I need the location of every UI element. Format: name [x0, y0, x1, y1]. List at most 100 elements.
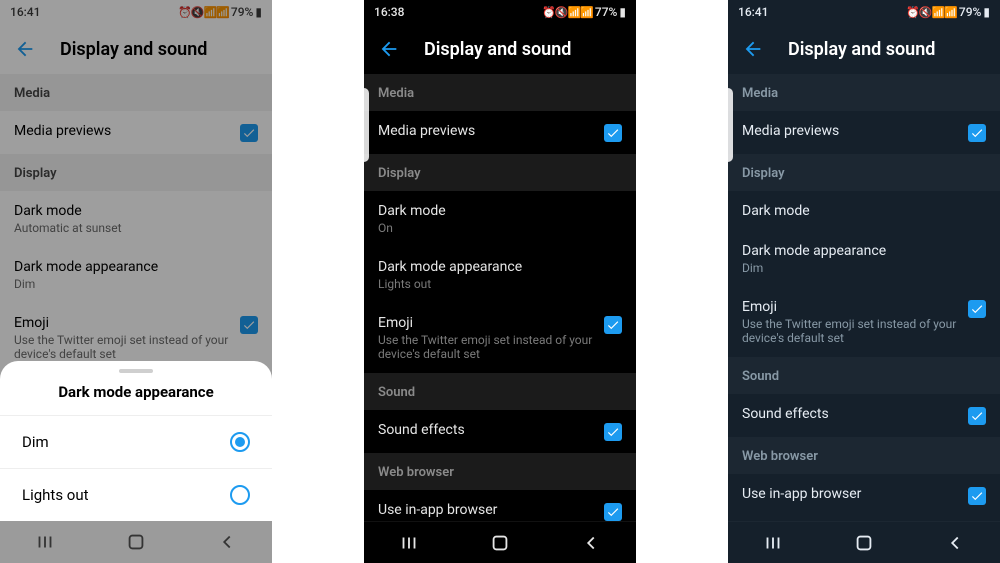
status-time: 16:38 [374, 5, 404, 19]
row-dark-mode-appearance[interactable]: Dark mode appearance Lights out [364, 247, 636, 303]
row-label: Emoji [14, 315, 230, 331]
row-in-app-browser[interactable]: Use in-app browser [364, 490, 636, 521]
checkbox-checked-icon[interactable] [604, 316, 622, 334]
row-media-previews[interactable]: Media previews [0, 111, 272, 154]
row-emoji[interactable]: Emoji Use the Twitter emoji set instead … [364, 303, 636, 373]
nav-recents-icon[interactable] [398, 532, 420, 554]
nav-back-icon[interactable] [216, 531, 238, 553]
status-right: ⏰🔇📶📶 79% ▮ [906, 5, 990, 19]
phone-lights-out: 16:38 ⏰🔇📶📶 77% ▮ Display and sound Media… [364, 0, 636, 563]
nav-recents-icon[interactable] [34, 531, 56, 553]
row-label: Media previews [14, 123, 230, 139]
status-battery: 79% [959, 5, 981, 19]
checkbox-checked-icon[interactable] [968, 124, 986, 142]
row-label: Use in-app browser [742, 486, 958, 502]
app-bar: Display and sound [0, 24, 272, 74]
back-icon[interactable] [14, 38, 36, 60]
row-sub: Use the Twitter emoji set instead of you… [742, 317, 958, 345]
nav-home-icon[interactable] [489, 532, 511, 554]
status-icons: ⏰🔇📶📶 [178, 6, 229, 19]
battery-icon: ▮ [619, 5, 626, 19]
radio-checked-icon[interactable] [230, 432, 250, 452]
row-dark-mode[interactable]: Dark mode Automatic at sunset [0, 191, 272, 247]
row-label: Dark mode appearance [378, 259, 622, 275]
back-icon[interactable] [378, 38, 400, 60]
row-dark-mode[interactable]: Dark mode [728, 191, 1000, 231]
status-right: ⏰🔇📶📶 79% ▮ [178, 5, 262, 19]
sheet-title: Dark mode appearance [0, 383, 272, 415]
section-media: Media [728, 74, 1000, 111]
row-sub: Use the Twitter emoji set instead of you… [378, 333, 594, 361]
phone-light-dimmed: 16:41 ⏰🔇📶📶 79% ▮ Display and sound Media… [0, 0, 272, 563]
row-label: Dark mode [14, 203, 258, 219]
nav-recents-icon[interactable] [762, 532, 784, 554]
section-display: Display [728, 154, 1000, 191]
settings-list: Media Media previews Display Dark mode O… [364, 74, 636, 521]
bottom-sheet: Dark mode appearance Dim Lights out [0, 361, 272, 521]
row-label: Emoji [378, 315, 594, 331]
edge-indicator [364, 88, 369, 162]
phone-dim: 16:41 ⏰🔇📶📶 79% ▮ Display and sound Media… [728, 0, 1000, 563]
checkbox-checked-icon[interactable] [604, 503, 622, 521]
sheet-option-lights-out[interactable]: Lights out [0, 468, 272, 521]
section-sound: Sound [364, 373, 636, 410]
row-sound-effects[interactable]: Sound effects [728, 394, 1000, 437]
page-title: Display and sound [424, 39, 571, 60]
nav-back-icon[interactable] [944, 532, 966, 554]
checkbox-checked-icon[interactable] [968, 300, 986, 318]
row-emoji[interactable]: Emoji Use the Twitter emoji set instead … [728, 287, 1000, 357]
row-media-previews[interactable]: Media previews [728, 111, 1000, 154]
settings-list: Media Media previews Display Dark mode D… [728, 74, 1000, 521]
sheet-drag-handle[interactable] [119, 369, 153, 373]
page-title: Display and sound [788, 39, 935, 60]
section-web: Web browser [728, 437, 1000, 474]
nav-bar [364, 521, 636, 563]
section-web: Web browser [364, 453, 636, 490]
checkbox-checked-icon[interactable] [604, 124, 622, 142]
row-media-previews[interactable]: Media previews [364, 111, 636, 154]
row-label: Dark mode [378, 203, 622, 219]
page-title: Display and sound [60, 39, 207, 60]
radio-unchecked-icon[interactable] [230, 485, 250, 505]
row-label: Sound effects [378, 422, 594, 438]
status-time: 16:41 [10, 5, 40, 19]
status-battery: 79% [231, 5, 253, 19]
back-icon[interactable] [742, 38, 764, 60]
row-sub: Automatic at sunset [14, 221, 258, 235]
row-sub: On [378, 221, 622, 235]
status-right: ⏰🔇📶📶 77% ▮ [542, 5, 626, 19]
checkbox-checked-icon[interactable] [968, 407, 986, 425]
checkbox-checked-icon[interactable] [240, 124, 258, 142]
checkbox-checked-icon[interactable] [968, 487, 986, 505]
checkbox-checked-icon[interactable] [604, 423, 622, 441]
checkbox-checked-icon[interactable] [240, 316, 258, 334]
row-dark-mode[interactable]: Dark mode On [364, 191, 636, 247]
row-in-app-browser[interactable]: Use in-app browser [728, 474, 1000, 517]
nav-home-icon[interactable] [125, 531, 147, 553]
row-label: Dark mode [742, 203, 986, 219]
row-dark-mode-appearance[interactable]: Dark mode appearance Dim [728, 231, 1000, 287]
battery-icon: ▮ [255, 5, 262, 19]
status-battery: 77% [595, 5, 617, 19]
row-label: Use in-app browser [378, 502, 594, 518]
battery-icon: ▮ [983, 5, 990, 19]
row-label: Media previews [742, 123, 958, 139]
sheet-option-dim[interactable]: Dim [0, 415, 272, 468]
option-label: Lights out [22, 486, 89, 504]
status-bar: 16:41 ⏰🔇📶📶 79% ▮ [728, 0, 1000, 24]
row-label: Dark mode appearance [742, 243, 986, 259]
status-time: 16:41 [738, 5, 768, 19]
option-label: Dim [22, 433, 49, 451]
section-media: Media [0, 74, 272, 111]
row-dark-mode-appearance[interactable]: Dark mode appearance Dim [0, 247, 272, 303]
nav-back-icon[interactable] [580, 532, 602, 554]
row-sound-effects[interactable]: Sound effects [364, 410, 636, 453]
nav-bar [0, 521, 272, 563]
section-display: Display [364, 154, 636, 191]
row-label: Dark mode appearance [14, 259, 258, 275]
row-label: Media previews [378, 123, 594, 139]
nav-bar [728, 521, 1000, 563]
app-bar: Display and sound [364, 24, 636, 74]
nav-home-icon[interactable] [853, 532, 875, 554]
row-sub: Use the Twitter emoji set instead of you… [14, 333, 230, 361]
